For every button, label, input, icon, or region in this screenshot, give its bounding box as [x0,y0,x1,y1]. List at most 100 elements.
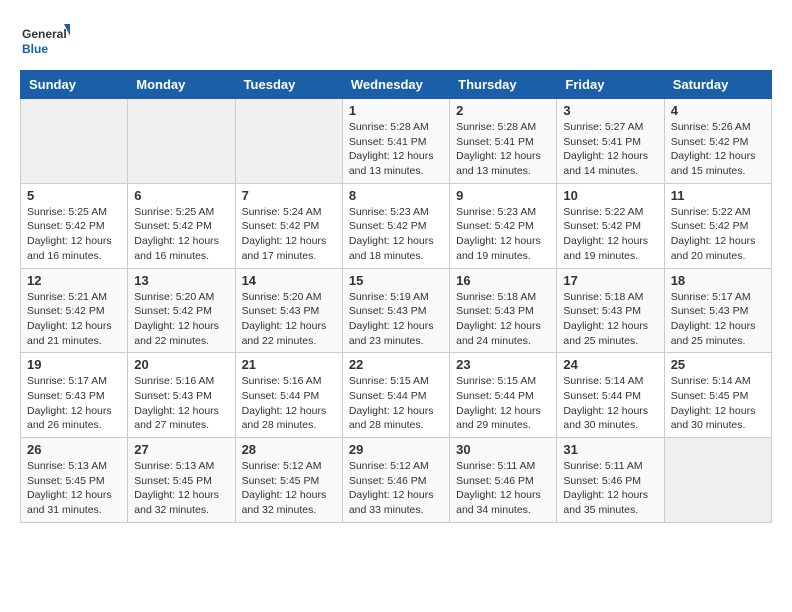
day-number: 17 [563,273,657,288]
day-info: Sunrise: 5:25 AM Sunset: 5:42 PM Dayligh… [27,205,121,264]
day-info: Sunrise: 5:12 AM Sunset: 5:45 PM Dayligh… [242,459,336,518]
day-info: Sunrise: 5:28 AM Sunset: 5:41 PM Dayligh… [456,120,550,179]
day-cell: 5 Sunrise: 5:25 AM Sunset: 5:42 PM Daylig… [21,183,128,268]
day-cell: 16 Sunrise: 5:18 AM Sunset: 5:43 PM Dayli… [450,268,557,353]
day-cell: 2Sunrise: 5:28 AM Sunset: 5:41 PM Daylig… [450,99,557,184]
day-cell: 25 Sunrise: 5:14 AM Sunset: 5:45 PM Dayli… [664,353,771,438]
day-info: Sunrise: 5:16 AM Sunset: 5:44 PM Dayligh… [242,374,336,433]
day-number: 5 [27,188,121,203]
day-header-wednesday: Wednesday [342,71,449,99]
svg-text:General: General [22,27,67,41]
day-info: Sunrise: 5:25 AM Sunset: 5:42 PM Dayligh… [134,205,228,264]
day-info: Sunrise: 5:19 AM Sunset: 5:43 PM Dayligh… [349,290,443,349]
day-cell: 14 Sunrise: 5:20 AM Sunset: 5:43 PM Dayli… [235,268,342,353]
day-number: 3 [563,103,657,118]
day-cell: 11 Sunrise: 5:22 AM Sunset: 5:42 PM Dayli… [664,183,771,268]
day-number: 12 [27,273,121,288]
day-number: 14 [242,273,336,288]
day-info: Sunrise: 5:12 AM Sunset: 5:46 PM Dayligh… [349,459,443,518]
day-cell: 13 Sunrise: 5:20 AM Sunset: 5:42 PM Dayli… [128,268,235,353]
day-cell: 21Sunrise: 5:16 AM Sunset: 5:44 PM Dayli… [235,353,342,438]
day-info: Sunrise: 5:15 AM Sunset: 5:44 PM Dayligh… [349,374,443,433]
day-header-monday: Monday [128,71,235,99]
day-header-saturday: Saturday [664,71,771,99]
calendar-header-row: SundayMondayTuesdayWednesdayThursdayFrid… [21,71,772,99]
day-info: Sunrise: 5:26 AM Sunset: 5:42 PM Dayligh… [671,120,765,179]
day-cell: 7 Sunrise: 5:24 AM Sunset: 5:42 PM Daylig… [235,183,342,268]
day-cell: 23 Sunrise: 5:15 AM Sunset: 5:44 PM Dayli… [450,353,557,438]
day-cell: 27Sunrise: 5:13 AM Sunset: 5:45 PM Dayli… [128,438,235,523]
day-number: 26 [27,442,121,457]
logo-svg: General Blue [20,20,70,60]
week-row-2: 5 Sunrise: 5:25 AM Sunset: 5:42 PM Daylig… [21,183,772,268]
day-header-thursday: Thursday [450,71,557,99]
day-number: 20 [134,357,228,372]
day-cell [128,99,235,184]
day-number: 28 [242,442,336,457]
day-cell: 1 Sunrise: 5:28 AM Sunset: 5:41 PM Daylig… [342,99,449,184]
day-info: Sunrise: 5:11 AM Sunset: 5:46 PM Dayligh… [563,459,657,518]
day-cell: 12 Sunrise: 5:21 AM Sunset: 5:42 PM Dayli… [21,268,128,353]
day-cell: 24Sunrise: 5:14 AM Sunset: 5:44 PM Dayli… [557,353,664,438]
day-number: 31 [563,442,657,457]
day-number: 11 [671,188,765,203]
day-info: Sunrise: 5:15 AM Sunset: 5:44 PM Dayligh… [456,374,550,433]
day-number: 15 [349,273,443,288]
day-header-sunday: Sunday [21,71,128,99]
day-info: Sunrise: 5:22 AM Sunset: 5:42 PM Dayligh… [563,205,657,264]
day-number: 13 [134,273,228,288]
day-cell [235,99,342,184]
logo: General Blue [20,20,70,60]
day-cell: 30 Sunrise: 5:11 AM Sunset: 5:46 PM Dayli… [450,438,557,523]
day-info: Sunrise: 5:14 AM Sunset: 5:45 PM Dayligh… [671,374,765,433]
day-number: 18 [671,273,765,288]
day-number: 16 [456,273,550,288]
day-info: Sunrise: 5:22 AM Sunset: 5:42 PM Dayligh… [671,205,765,264]
day-number: 30 [456,442,550,457]
day-info: Sunrise: 5:13 AM Sunset: 5:45 PM Dayligh… [27,459,121,518]
day-info: Sunrise: 5:23 AM Sunset: 5:42 PM Dayligh… [349,205,443,264]
day-cell: 9Sunrise: 5:23 AM Sunset: 5:42 PM Daylig… [450,183,557,268]
day-cell: 3 Sunrise: 5:27 AM Sunset: 5:41 PM Daylig… [557,99,664,184]
day-info: Sunrise: 5:24 AM Sunset: 5:42 PM Dayligh… [242,205,336,264]
day-number: 29 [349,442,443,457]
day-header-tuesday: Tuesday [235,71,342,99]
day-info: Sunrise: 5:23 AM Sunset: 5:42 PM Dayligh… [456,205,550,264]
day-info: Sunrise: 5:20 AM Sunset: 5:43 PM Dayligh… [242,290,336,349]
day-info: Sunrise: 5:18 AM Sunset: 5:43 PM Dayligh… [563,290,657,349]
day-number: 24 [563,357,657,372]
week-row-4: 19 Sunrise: 5:17 AM Sunset: 5:43 PM Dayli… [21,353,772,438]
day-number: 23 [456,357,550,372]
day-info: Sunrise: 5:11 AM Sunset: 5:46 PM Dayligh… [456,459,550,518]
day-cell: 31 Sunrise: 5:11 AM Sunset: 5:46 PM Dayli… [557,438,664,523]
day-info: Sunrise: 5:20 AM Sunset: 5:42 PM Dayligh… [134,290,228,349]
day-info: Sunrise: 5:28 AM Sunset: 5:41 PM Dayligh… [349,120,443,179]
day-info: Sunrise: 5:17 AM Sunset: 5:43 PM Dayligh… [27,374,121,433]
day-number: 1 [349,103,443,118]
day-info: Sunrise: 5:17 AM Sunset: 5:43 PM Dayligh… [671,290,765,349]
day-info: Sunrise: 5:18 AM Sunset: 5:43 PM Dayligh… [456,290,550,349]
calendar: SundayMondayTuesdayWednesdayThursdayFrid… [20,70,772,523]
day-cell: 26 Sunrise: 5:13 AM Sunset: 5:45 PM Dayli… [21,438,128,523]
day-info: Sunrise: 5:16 AM Sunset: 5:43 PM Dayligh… [134,374,228,433]
day-cell: 8Sunrise: 5:23 AM Sunset: 5:42 PM Daylig… [342,183,449,268]
day-number: 19 [27,357,121,372]
day-cell: 22 Sunrise: 5:15 AM Sunset: 5:44 PM Dayli… [342,353,449,438]
day-info: Sunrise: 5:21 AM Sunset: 5:42 PM Dayligh… [27,290,121,349]
day-cell: 20 Sunrise: 5:16 AM Sunset: 5:43 PM Dayli… [128,353,235,438]
day-number: 10 [563,188,657,203]
day-cell: 18 Sunrise: 5:17 AM Sunset: 5:43 PM Dayli… [664,268,771,353]
day-header-friday: Friday [557,71,664,99]
day-cell: 10 Sunrise: 5:22 AM Sunset: 5:42 PM Dayli… [557,183,664,268]
day-cell: 19 Sunrise: 5:17 AM Sunset: 5:43 PM Dayli… [21,353,128,438]
day-number: 22 [349,357,443,372]
day-number: 27 [134,442,228,457]
week-row-1: 1 Sunrise: 5:28 AM Sunset: 5:41 PM Daylig… [21,99,772,184]
day-number: 7 [242,188,336,203]
day-info: Sunrise: 5:27 AM Sunset: 5:41 PM Dayligh… [563,120,657,179]
day-cell: 6Sunrise: 5:25 AM Sunset: 5:42 PM Daylig… [128,183,235,268]
day-cell: 29 Sunrise: 5:12 AM Sunset: 5:46 PM Dayli… [342,438,449,523]
day-number: 25 [671,357,765,372]
day-cell: 17 Sunrise: 5:18 AM Sunset: 5:43 PM Dayli… [557,268,664,353]
day-cell: 15 Sunrise: 5:19 AM Sunset: 5:43 PM Dayli… [342,268,449,353]
